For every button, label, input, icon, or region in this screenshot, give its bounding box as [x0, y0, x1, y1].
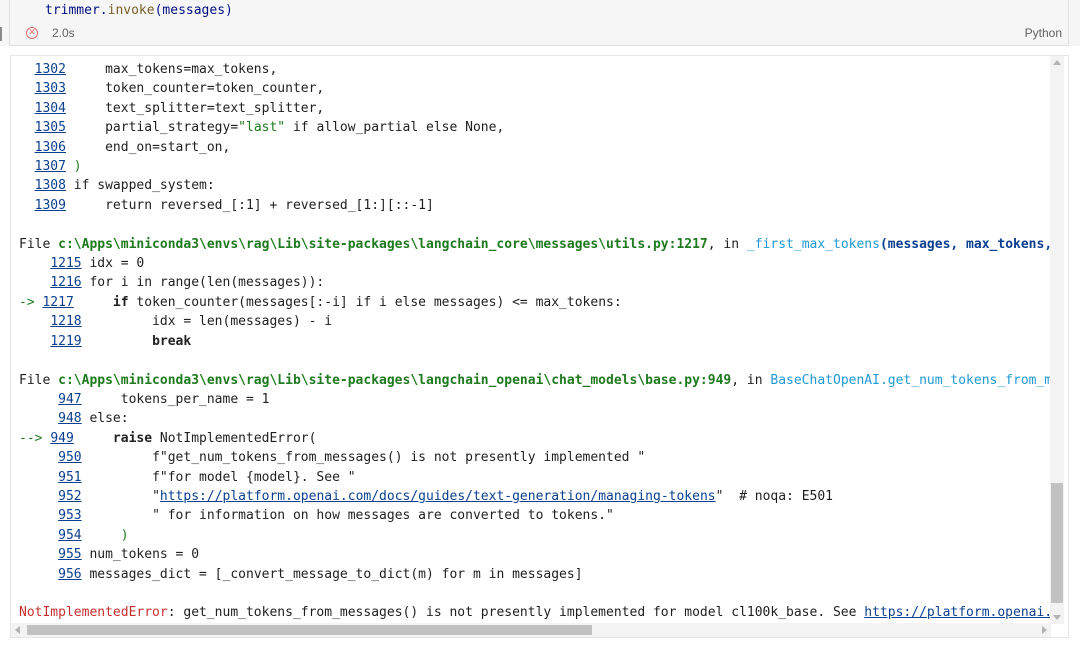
- line-number-link[interactable]: 951: [58, 470, 81, 485]
- line-number-link[interactable]: 1309: [35, 198, 66, 213]
- error-message: NotImplementedError: get_num_tokens_from…: [19, 605, 1053, 621]
- traceback-line: 955 num_tokens = 0: [58, 547, 200, 563]
- traceback-line: 951 f"for model {model}. See ": [58, 469, 356, 485]
- traceback-file-header: File c:\Apps\miniconda3\envs\rag\Lib\sit…: [19, 372, 1053, 388]
- line-number-link[interactable]: 953: [58, 508, 81, 523]
- traceback-line: 1304 text_splitter=text_splitter,: [34, 100, 325, 116]
- traceback-line: 1308 if swapped_system:: [34, 178, 215, 194]
- line-number-link[interactable]: 1307: [35, 159, 66, 174]
- traceback-line: 948 else:: [58, 411, 129, 427]
- line-number-link[interactable]: 947: [58, 392, 81, 407]
- traceback-line: 954 ): [58, 527, 129, 543]
- error-link[interactable]: https://platform.openai.: [864, 605, 1052, 620]
- line-number-link[interactable]: 950: [58, 450, 81, 465]
- function-name: BaseChatOpenAI.get_num_tokens_from_m: [770, 372, 1053, 388]
- traceback-line: 947 tokens_per_name = 1: [58, 391, 270, 407]
- line-number-link[interactable]: 1305: [35, 120, 66, 135]
- traceback-line-current: --> 949 raise NotImplementedError(: [19, 430, 317, 446]
- line-number-link[interactable]: 955: [58, 547, 81, 562]
- line-number-link[interactable]: 1308: [35, 178, 66, 193]
- traceback-line: 1306 end_on=start_on,: [34, 139, 231, 155]
- line-number-link[interactable]: 956: [58, 567, 81, 582]
- traceback-file-header: File c:\Apps\miniconda3\envs\rag\Lib\sit…: [19, 236, 1053, 252]
- line-number-link[interactable]: 1215: [50, 256, 81, 271]
- line-number-link[interactable]: 1304: [35, 101, 66, 116]
- traceback-output: 1302 max_tokens=max_tokens, 1303 token_c…: [19, 60, 1052, 623]
- horizontal-scroll-thumb[interactable]: [27, 625, 592, 635]
- docs-link[interactable]: https://platform.openai.com/docs/guides/…: [160, 489, 716, 504]
- function-name: _first_max_tokens: [746, 236, 880, 252]
- code-cell[interactable]: trimmer.invoke(messages) ✕ 2.0s Python: [0, 0, 1080, 46]
- traceback-line: 1218 idx = len(messages) - i: [50, 314, 333, 330]
- traceback-line: 1302 max_tokens=max_tokens,: [34, 62, 278, 77]
- traceback-line: 1216 for i in range(len(messages)):: [50, 275, 325, 291]
- file-path-link[interactable]: c:\Apps\miniconda3\envs\rag\Lib\site-pac…: [58, 237, 708, 252]
- line-number-link[interactable]: 1306: [35, 140, 66, 155]
- horizontal-scrollbar[interactable]: [11, 623, 1051, 637]
- traceback-line: 1309 return reversed_[:1] + reversed_[1:…: [34, 197, 434, 213]
- code-dot: .: [99, 3, 108, 18]
- line-number-link[interactable]: 949: [50, 431, 73, 446]
- traceback-line: 1305 partial_strategy="last" if allow_pa…: [34, 120, 505, 136]
- execution-duration: 2.0s: [52, 26, 75, 40]
- cell-selection-marker: [0, 27, 2, 41]
- error-circle-icon: ✕: [26, 27, 38, 39]
- traceback-line: 953 " for information on how messages ar…: [58, 508, 614, 524]
- line-number-link[interactable]: 1218: [50, 314, 81, 329]
- scroll-down-arrow-icon[interactable]: [1053, 615, 1061, 620]
- line-number-link[interactable]: 948: [58, 411, 81, 426]
- scroll-right-arrow-icon[interactable]: [1042, 626, 1047, 634]
- code-argument: messages: [162, 3, 226, 18]
- error-type: NotImplementedError: [19, 605, 168, 621]
- line-number-link[interactable]: 1217: [42, 295, 73, 310]
- cell-language-label[interactable]: Python: [1025, 26, 1062, 40]
- traceback-line: 1303 token_counter=token_counter,: [34, 81, 325, 97]
- code-paren: ): [225, 3, 233, 18]
- cell-source-line[interactable]: trimmer.invoke(messages): [45, 3, 233, 18]
- file-path-link[interactable]: c:\Apps\miniconda3\envs\rag\Lib\site-pac…: [58, 373, 731, 388]
- code-object: trimmer: [45, 3, 100, 18]
- line-number-link[interactable]: 954: [58, 528, 81, 543]
- traceback-line: 1307 ): [34, 159, 82, 175]
- traceback-line: 956 messages_dict = [_convert_message_to…: [58, 566, 583, 582]
- line-number-link[interactable]: 1216: [50, 275, 81, 290]
- line-number-link[interactable]: 952: [58, 489, 81, 504]
- line-number-link[interactable]: 1303: [35, 81, 66, 96]
- traceback-line: 1215 idx = 0: [50, 256, 145, 272]
- scroll-up-arrow-icon[interactable]: [1053, 60, 1061, 65]
- vertical-scroll-thumb[interactable]: [1051, 483, 1063, 603]
- traceback-line-current: -> 1217 if token_counter(messages[:-i] i…: [19, 294, 622, 310]
- line-number-link[interactable]: 1302: [35, 62, 66, 77]
- line-number-link[interactable]: 1219: [50, 334, 81, 349]
- code-function: invoke: [107, 3, 155, 18]
- scroll-left-arrow-icon[interactable]: [15, 626, 20, 634]
- traceback-line: 950 f"get_num_tokens_from_messages() is …: [58, 450, 646, 466]
- traceback-line: 952 "https://platform.openai.com/docs/gu…: [58, 488, 834, 504]
- vertical-scrollbar[interactable]: [1050, 56, 1064, 624]
- cell-output[interactable]: 1302 max_tokens=max_tokens, 1303 token_c…: [10, 55, 1069, 638]
- traceback-line: 1219 break: [50, 333, 192, 349]
